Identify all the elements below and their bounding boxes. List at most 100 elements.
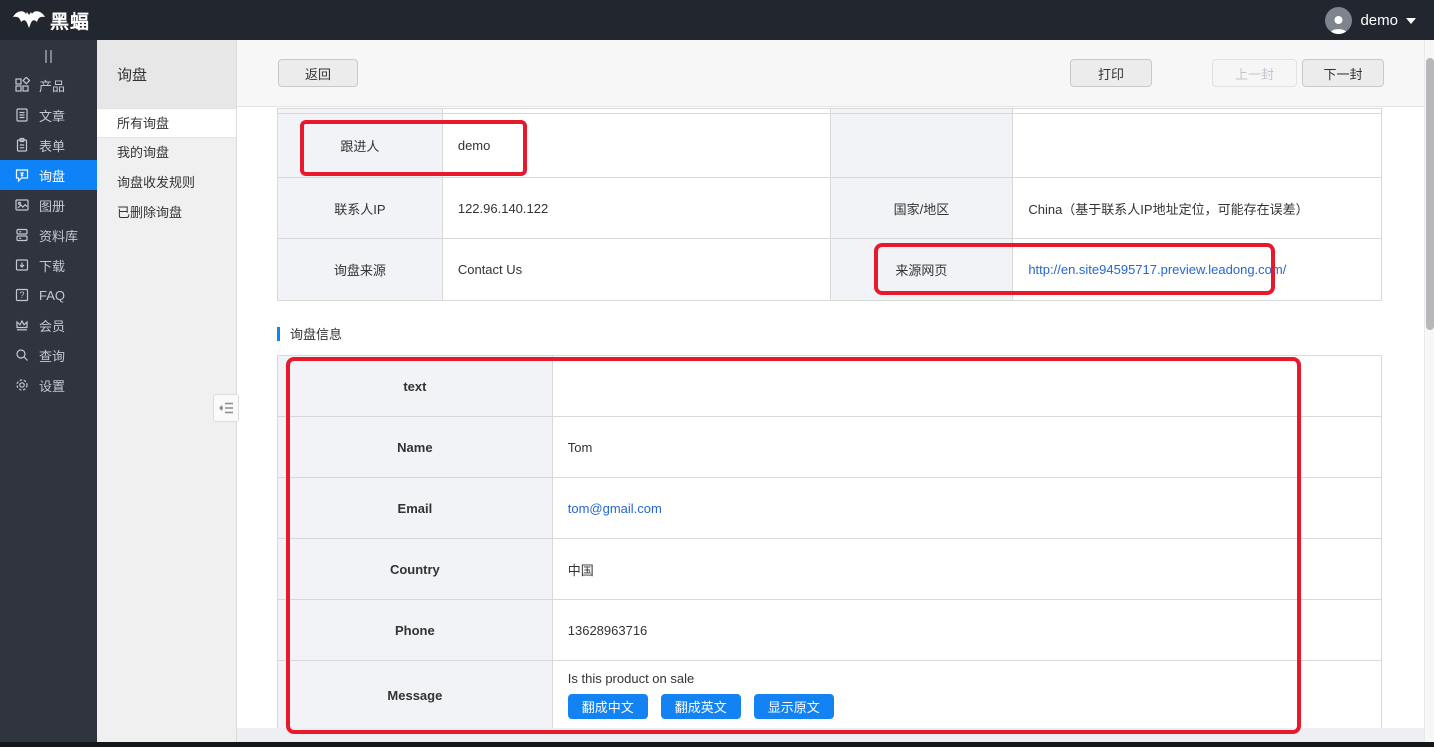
- bat-logo-icon: [12, 9, 46, 31]
- submenu-item-all-inquiries[interactable]: 所有询盘: [97, 108, 236, 138]
- row-value: [1013, 114, 1382, 178]
- faq-icon: ?: [14, 287, 30, 303]
- submenu-item-inquiry-rules[interactable]: 询盘收发规则: [97, 168, 236, 198]
- sidebar-item-label: 图册: [39, 196, 65, 215]
- table-row: Country 中国: [278, 539, 1382, 600]
- bottom-edge-bar: [0, 742, 1434, 747]
- contact-detail-table: 跟进人 demo 联系人IP 122.96.140.122 国家/地区 Chin…: [277, 108, 1382, 301]
- sidebar-item-label: 询盘: [39, 166, 65, 185]
- sidebar-item-inquiries[interactable]: 询盘: [0, 160, 97, 190]
- row-value: China（基于联系人IP地址定位，可能存在误差）: [1013, 178, 1382, 239]
- show-original-button[interactable]: 显示原文: [754, 694, 834, 719]
- table-row: Phone 13628963716: [278, 600, 1382, 661]
- sidebar-item-label: 产品: [39, 76, 65, 95]
- email-link[interactable]: tom@gmail.com: [568, 501, 662, 516]
- row-label: Message: [278, 661, 553, 730]
- detail-toolbar: 返回 打印 上一封 下一封: [237, 40, 1424, 107]
- row-label: Phone: [278, 600, 553, 661]
- inquiry-info-table: text Name Tom Email tom@gmail.com Countr…: [277, 355, 1382, 730]
- products-icon: [14, 77, 30, 93]
- top-header: 黑蝠 demo: [0, 0, 1434, 40]
- row-value: 122.96.140.122: [443, 178, 831, 239]
- vertical-scrollbar-track[interactable]: [1424, 40, 1434, 742]
- collapse-menu-icon: [219, 402, 234, 414]
- previous-button[interactable]: 上一封: [1212, 59, 1297, 87]
- row-label: 国家/地区: [831, 178, 1014, 239]
- sidebar-item-label: 下载: [39, 256, 65, 275]
- sidebar-item-library[interactable]: 资料库: [0, 220, 97, 250]
- table-row: 联系人IP 122.96.140.122 国家/地区 China（基于联系人IP…: [278, 178, 1382, 239]
- submenu-collapse-button[interactable]: [213, 394, 239, 422]
- row-label: text: [278, 356, 553, 417]
- articles-icon: [14, 107, 30, 123]
- sidebar-item-label: FAQ: [39, 288, 65, 303]
- submenu-item-my-inquiries[interactable]: 我的询盘: [97, 138, 236, 168]
- sidebar-item-downloads[interactable]: 下载: [0, 250, 97, 280]
- inquiry-detail-content: 跟进人 demo 联系人IP 122.96.140.122 国家/地区 Chin…: [237, 107, 1424, 742]
- row-value: Contact Us: [443, 239, 831, 301]
- table-row: text: [278, 356, 1382, 417]
- search-icon: [14, 347, 30, 363]
- sidebar-item-label: 文章: [39, 106, 65, 125]
- row-label: 跟进人: [278, 114, 443, 178]
- app-window: 黑蝠 demo 产品: [0, 0, 1434, 747]
- albums-icon: [14, 197, 30, 213]
- inquiries-icon: [14, 167, 30, 183]
- message-cell: Is this product on sale 翻成中文 翻成英文 显示原文: [553, 661, 1382, 730]
- sidebar-item-products[interactable]: 产品: [0, 70, 97, 100]
- settings-icon: [14, 377, 30, 393]
- sidebar-item-label: 会员: [39, 316, 65, 335]
- next-button[interactable]: 下一封: [1302, 59, 1384, 87]
- message-text: Is this product on sale: [568, 671, 694, 686]
- sidebar-item-faq[interactable]: ? FAQ: [0, 280, 97, 310]
- source-page-link: http://en.site94595717.preview.leadong.c…: [1013, 239, 1382, 301]
- sidebar-item-label: 资料库: [39, 226, 78, 245]
- app-logo[interactable]: 黑蝠: [0, 7, 90, 34]
- sidebar-item-albums[interactable]: 图册: [0, 190, 97, 220]
- row-label: 询盘来源: [278, 239, 443, 301]
- row-value: [553, 356, 1382, 417]
- row-value: demo: [443, 114, 831, 178]
- sidebar-item-settings[interactable]: 设置: [0, 370, 97, 400]
- translate-to-chinese-button[interactable]: 翻成中文: [568, 694, 648, 719]
- forms-icon: [14, 137, 30, 153]
- table-row: 询盘来源 Contact Us 来源网页 http://en.site94595…: [278, 239, 1382, 301]
- sidebar-item-label: 设置: [39, 376, 65, 395]
- inquiry-info-section-header: 询盘信息: [277, 324, 342, 343]
- row-value: Tom: [553, 417, 1382, 478]
- library-icon: [14, 227, 30, 243]
- row-label: Name: [278, 417, 553, 478]
- row-label: Email: [278, 478, 553, 539]
- submenu-title: 询盘: [97, 40, 236, 108]
- row-value: 中国: [553, 539, 1382, 600]
- row-value: tom@gmail.com: [553, 478, 1382, 539]
- row-label: Country: [278, 539, 553, 600]
- source-url-link[interactable]: http://en.site94595717.preview.leadong.c…: [1028, 262, 1286, 277]
- sidebar-collapse-icon[interactable]: [0, 42, 97, 70]
- sidebar-item-label: 查询: [39, 346, 65, 365]
- back-button[interactable]: 返回: [278, 59, 358, 87]
- translate-buttons: 翻成中文 翻成英文 显示原文: [568, 694, 834, 719]
- content-footer-strip: [237, 728, 1424, 742]
- user-name: demo: [1360, 12, 1398, 29]
- row-value: 13628963716: [553, 600, 1382, 661]
- svg-text:?: ?: [19, 290, 24, 300]
- chevron-down-icon: [1406, 18, 1416, 24]
- section-accent-bar: [277, 327, 280, 341]
- sidebar-item-articles[interactable]: 文章: [0, 100, 97, 130]
- submenu-item-deleted-inquiries[interactable]: 已删除询盘: [97, 198, 236, 228]
- print-button[interactable]: 打印: [1070, 59, 1152, 87]
- sidebar-item-search[interactable]: 查询: [0, 340, 97, 370]
- logo-text: 黑蝠: [50, 7, 90, 34]
- sidebar-item-forms[interactable]: 表单: [0, 130, 97, 160]
- members-icon: [14, 317, 30, 333]
- section-title-text: 询盘信息: [290, 324, 342, 343]
- row-label: 联系人IP: [278, 178, 443, 239]
- user-menu[interactable]: demo: [1325, 7, 1434, 34]
- downloads-icon: [14, 257, 30, 273]
- row-label: [831, 114, 1014, 178]
- translate-to-english-button[interactable]: 翻成英文: [661, 694, 741, 719]
- sidebar-item-members[interactable]: 会员: [0, 310, 97, 340]
- vertical-scrollbar-thumb[interactable]: [1426, 58, 1434, 330]
- user-avatar-icon: [1325, 7, 1352, 34]
